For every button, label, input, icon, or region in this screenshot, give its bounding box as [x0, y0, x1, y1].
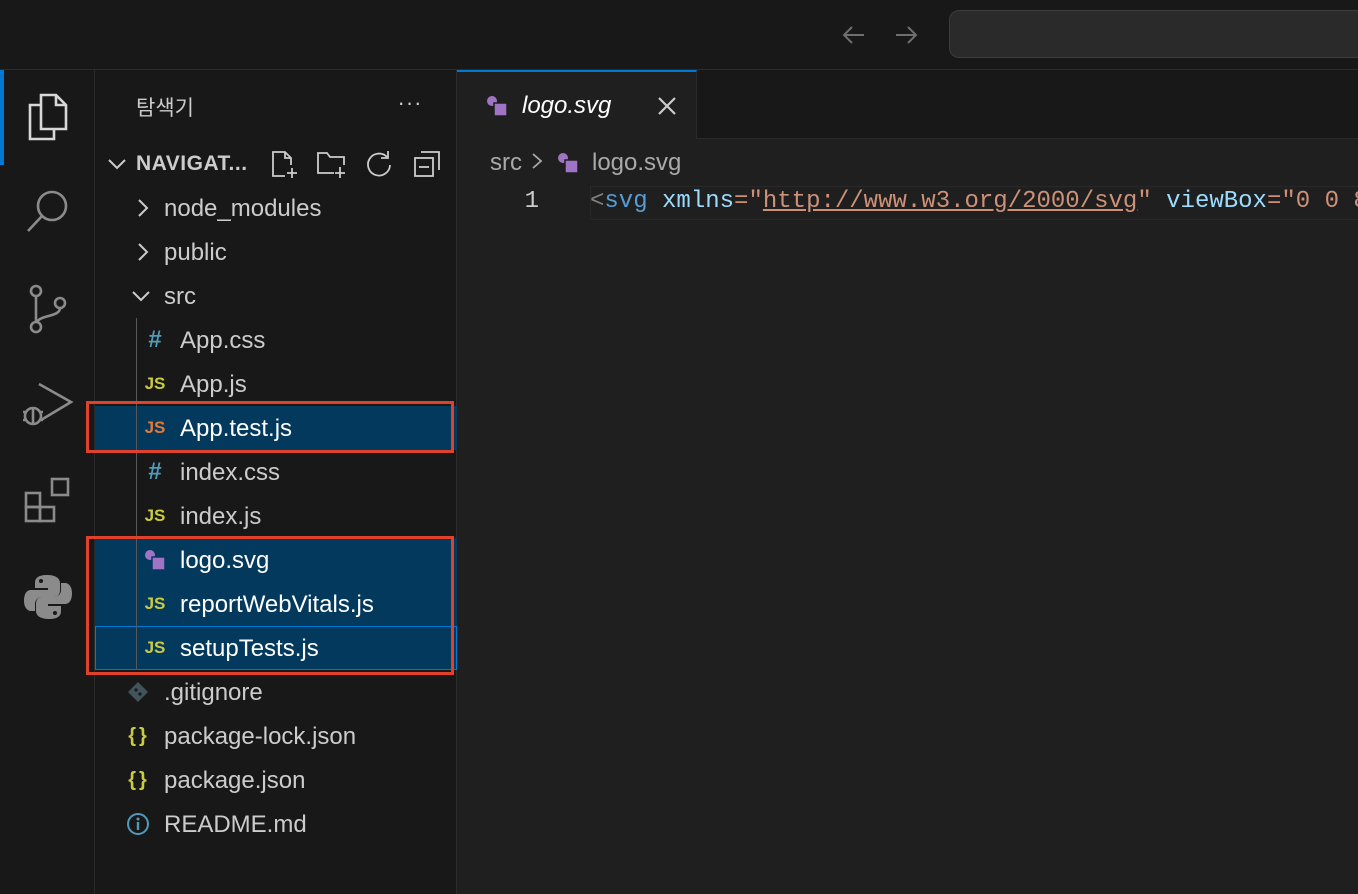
code-token: xmlns: [662, 188, 735, 215]
activity-bar: [0, 70, 95, 894]
git-file-icon: [126, 680, 150, 704]
css-file-icon: #: [148, 458, 162, 485]
tree-item-package-lock-json[interactable]: {} package-lock.json: [95, 714, 457, 758]
highlight-box-selection: [86, 536, 454, 675]
js-file-icon: JS: [144, 374, 166, 393]
arrow-right-icon[interactable]: [889, 18, 923, 52]
arrow-left-icon[interactable]: [837, 18, 871, 52]
breadcrumb-folder[interactable]: src: [490, 149, 522, 177]
refresh-icon[interactable]: [363, 148, 395, 180]
tree-item-label: public: [164, 239, 227, 266]
tree-item-label: package.json: [164, 767, 306, 794]
editor-area: logo.svg src logo.svg 1 <svg xmlns="http…: [457, 70, 1358, 894]
explorer-icon[interactable]: [0, 72, 95, 162]
search-icon[interactable]: [0, 166, 95, 256]
info-file-icon: [126, 812, 150, 836]
close-icon[interactable]: [653, 92, 681, 120]
tree-item-index-js[interactable]: JS index.js: [95, 494, 457, 538]
code-token: viewBox: [1166, 188, 1267, 215]
collapse-all-icon[interactable]: [411, 148, 443, 180]
tree-item-label: src: [164, 283, 196, 310]
workspace-section-header[interactable]: NAVIGAT...: [95, 142, 457, 186]
css-file-icon: #: [148, 326, 162, 353]
new-file-icon[interactable]: [268, 148, 300, 180]
code-token: ": [1137, 188, 1152, 215]
code-token: svg: [604, 188, 648, 215]
tree-item-label: node_modules: [164, 195, 322, 222]
workspace-title: NAVIGAT...: [136, 152, 248, 175]
tree-item-node-modules[interactable]: node_modules: [95, 186, 457, 230]
svg-file-icon: [556, 151, 580, 175]
tree-item-label: index.css: [180, 459, 281, 486]
new-folder-icon[interactable]: [316, 148, 348, 180]
tree-item-src[interactable]: src: [95, 274, 457, 318]
tree-item-readme-md[interactable]: README.md: [95, 802, 457, 846]
svg-file-icon: [485, 94, 509, 123]
chevron-right-icon: [530, 149, 544, 177]
tree-item-app-js[interactable]: JS App.js: [95, 362, 457, 406]
json-file-icon: {}: [128, 768, 150, 791]
code-text[interactable]: <svg xmlns="http://www.w3.org/2000/svg" …: [590, 188, 1358, 215]
tree-item-label: index.js: [180, 503, 262, 530]
tree-item-label: package-lock.json: [164, 723, 357, 750]
tab-logo-svg[interactable]: logo.svg: [457, 70, 697, 139]
code-token: =": [1266, 188, 1296, 215]
tree-item-gitignore[interactable]: .gitignore: [95, 670, 457, 714]
tab-label: logo.svg: [522, 92, 612, 119]
code-token: <: [590, 188, 605, 215]
js-file-icon: JS: [144, 506, 166, 525]
code-line[interactable]: 1 <svg xmlns="http://www.w3.org/2000/svg…: [457, 186, 1358, 222]
tree-item-label: App.css: [180, 327, 266, 354]
tree-item-index-css[interactable]: # index.css: [95, 450, 457, 494]
source-control-icon[interactable]: [0, 264, 95, 354]
code-link[interactable]: http://www.w3.org/2000/svg: [763, 188, 1137, 215]
explorer-sidebar: 탐색기 ··· NAVIGAT... node_modules public s…: [86, 70, 457, 894]
code-token: =": [734, 188, 763, 215]
line-number: 1: [524, 188, 539, 215]
title-bar: [0, 0, 1358, 70]
breadcrumb-file[interactable]: logo.svg: [592, 149, 681, 177]
tab-bar: logo.svg: [457, 70, 1358, 139]
tree-item-app-css[interactable]: # App.css: [95, 318, 457, 362]
python-icon[interactable]: [0, 552, 95, 642]
highlight-box-app-test: [86, 401, 454, 453]
chevron-down-icon: [132, 291, 150, 302]
breadcrumb: src logo.svg: [490, 148, 681, 178]
tree-item-label: .gitignore: [164, 679, 263, 706]
code-token: 0 0 8: [1295, 188, 1358, 215]
tree-item-package-json[interactable]: {} package.json: [95, 758, 457, 802]
explorer-title: 탐색기: [136, 97, 194, 120]
run-debug-icon[interactable]: [0, 360, 95, 450]
more-actions-icon[interactable]: ···: [395, 88, 425, 118]
tree-item-public[interactable]: public: [95, 230, 457, 274]
chevron-right-icon: [138, 243, 149, 261]
chevron-down-icon: [108, 159, 126, 170]
tree-item-label: README.md: [164, 811, 307, 838]
chevron-right-icon: [138, 199, 149, 217]
command-center[interactable]: [949, 10, 1358, 58]
extensions-icon[interactable]: [0, 456, 95, 546]
json-file-icon: {}: [128, 724, 150, 747]
tree-item-label: App.js: [180, 371, 247, 398]
